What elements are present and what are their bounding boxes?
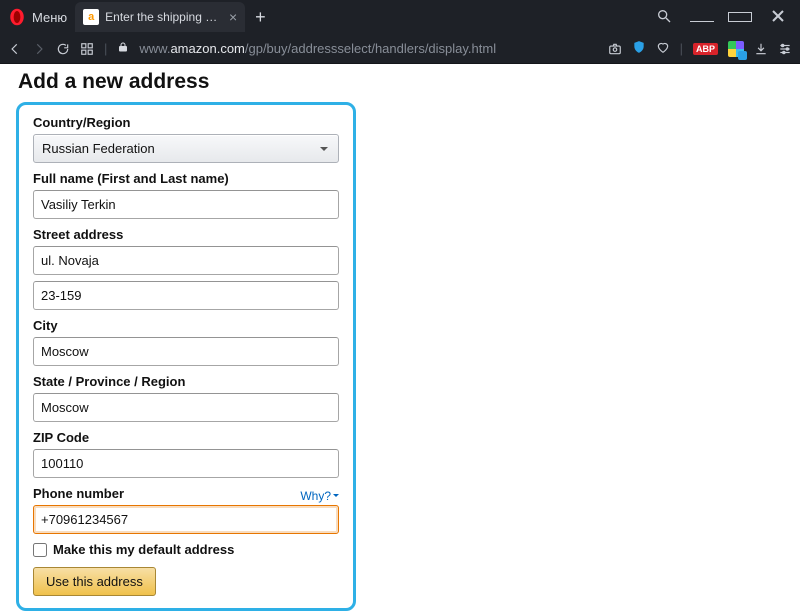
- fullname-label: Full name (First and Last name): [33, 171, 339, 186]
- country-label: Country/Region: [33, 115, 339, 130]
- default-address-label: Make this my default address: [53, 542, 234, 557]
- search-icon[interactable]: [652, 8, 676, 27]
- street1-input[interactable]: [33, 246, 339, 275]
- tab-close-icon[interactable]: ×: [229, 9, 237, 25]
- easy-setup-icon[interactable]: [778, 42, 792, 56]
- window-minimize-button[interactable]: [690, 10, 714, 25]
- city-input[interactable]: [33, 337, 339, 366]
- lock-icon[interactable]: [117, 41, 129, 56]
- reload-button[interactable]: [56, 42, 70, 56]
- page-viewport[interactable]: Add a new address Country/Region Russian…: [0, 64, 800, 611]
- window-controls: [652, 8, 800, 27]
- city-label: City: [33, 318, 339, 333]
- window-close-button[interactable]: [766, 10, 790, 25]
- abp-extension-icon[interactable]: ABP: [693, 43, 718, 55]
- heart-icon[interactable]: [656, 40, 670, 57]
- url-host: amazon.com: [170, 41, 244, 56]
- url-prefix: www.: [139, 41, 170, 56]
- zip-label: ZIP Code: [33, 430, 339, 445]
- zip-input[interactable]: [33, 449, 339, 478]
- tab-favicon-icon: a: [83, 9, 99, 25]
- titlebar: Меню a Enter the shipping address × +: [0, 0, 800, 34]
- opera-logo-icon[interactable]: [8, 8, 26, 26]
- menu-label[interactable]: Меню: [32, 10, 67, 25]
- country-value: Russian Federation: [42, 141, 155, 156]
- address-form: Country/Region Russian Federation Full n…: [16, 102, 356, 611]
- url-path: /gp/buy/addressselect/handlers/display.h…: [245, 41, 496, 56]
- snapshot-icon[interactable]: [608, 42, 622, 56]
- use-address-button[interactable]: Use this address: [33, 567, 156, 596]
- active-tab[interactable]: a Enter the shipping address ×: [75, 2, 245, 32]
- toolbar: | www.amazon.com/gp/buy/addressselect/ha…: [0, 34, 800, 64]
- new-tab-button[interactable]: +: [255, 7, 266, 28]
- shield-icon[interactable]: [632, 40, 646, 57]
- fullname-input[interactable]: [33, 190, 339, 219]
- street2-input[interactable]: [33, 281, 339, 310]
- state-label: State / Province / Region: [33, 374, 339, 389]
- street-label: Street address: [33, 227, 339, 242]
- extension-icon[interactable]: [728, 41, 744, 57]
- nav-back-button[interactable]: [8, 42, 22, 56]
- nav-forward-button[interactable]: [32, 42, 46, 56]
- window-maximize-button[interactable]: [728, 10, 752, 25]
- country-select[interactable]: Russian Federation: [33, 134, 339, 163]
- speed-dial-icon[interactable]: [80, 42, 94, 56]
- downloads-icon[interactable]: [754, 42, 768, 56]
- phone-input[interactable]: [33, 505, 339, 534]
- page-title: Add a new address: [18, 70, 784, 94]
- phone-label: Phone number: [33, 486, 124, 501]
- state-input[interactable]: [33, 393, 339, 422]
- default-address-checkbox[interactable]: [33, 543, 47, 557]
- tab-title: Enter the shipping address: [105, 10, 223, 24]
- address-bar[interactable]: www.amazon.com/gp/buy/addressselect/hand…: [139, 41, 496, 56]
- phone-why-link[interactable]: Why?: [300, 489, 339, 503]
